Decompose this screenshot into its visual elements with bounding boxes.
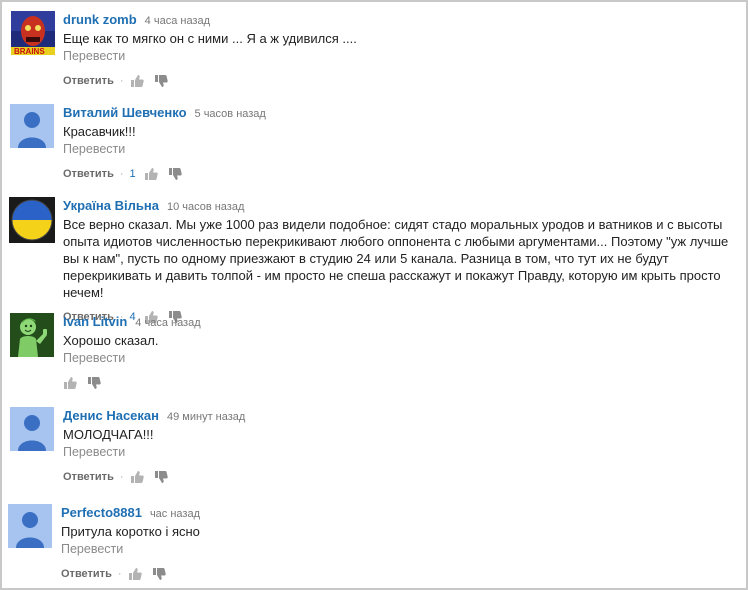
thumbs-down-icon[interactable] — [154, 470, 168, 484]
translate-link[interactable]: Перевести — [63, 141, 738, 158]
zombie-art-avatar[interactable]: BRAINS — [11, 11, 55, 55]
like-count: 1 — [129, 168, 136, 180]
comment-body: Денис Насекан 49 минут назад МОЛОДЧАГА!!!… — [63, 407, 738, 484]
reply-button[interactable]: Ответить — [63, 74, 114, 88]
separator-dot: · — [119, 168, 124, 180]
translate-link[interactable]: Перевести — [63, 48, 738, 65]
comment-body: Україна Вільна 10 часов назад Все верно с… — [63, 197, 738, 324]
comment-actions: Ответить · — [63, 470, 738, 484]
comment-actions — [63, 376, 738, 390]
reply-button[interactable]: Ответить — [61, 567, 112, 581]
separator-dot: · — [119, 471, 124, 483]
comment-author[interactable]: Денис Насекан — [63, 408, 159, 423]
comment-author[interactable]: Україна Вільна — [63, 198, 159, 213]
comment-time[interactable]: 4 часа назад — [145, 15, 210, 27]
thumbs-up-icon[interactable] — [144, 167, 158, 181]
comment-text: Все верно сказал. Мы уже 1000 раз видели… — [63, 217, 729, 300]
comment-time[interactable]: час назад — [150, 508, 200, 520]
comment-body: Ivan Litvin 4 часа назад Хорошо сказал. П… — [63, 313, 738, 390]
translate-link[interactable]: Перевести — [63, 350, 738, 367]
comment-time[interactable]: 10 часов назад — [167, 201, 244, 213]
thumbs-down-icon[interactable] — [168, 167, 182, 181]
comment-author[interactable]: drunk zomb — [63, 12, 137, 27]
svg-text:BRAINS: BRAINS — [14, 47, 45, 55]
thumbs-down-icon[interactable] — [154, 74, 168, 88]
default-user-avatar[interactable] — [10, 407, 54, 451]
comment-body: Perfecto8881 час назад Притула коротко і … — [61, 504, 738, 581]
comment-actions: Ответить · 1 — [63, 167, 738, 181]
thumbs-up-icon[interactable] — [130, 74, 144, 88]
comment-body: drunk zomb 4 часа назад Еще как то мягко … — [63, 11, 738, 88]
separator-dot: · — [117, 568, 122, 580]
comment-body: Виталий Шевченко 5 часов назад Красавчик!… — [63, 104, 738, 181]
comment-author[interactable]: Виталий Шевченко — [63, 105, 187, 120]
default-user-avatar[interactable] — [8, 504, 52, 548]
comment-actions: Ответить · — [61, 567, 738, 581]
comment-time[interactable]: 49 минут назад — [167, 411, 245, 423]
comment-author[interactable]: Ivan Litvin — [63, 314, 127, 329]
comment-text: Притула коротко і ясно — [61, 524, 200, 539]
comment-actions: Ответить · — [63, 74, 738, 88]
separator-dot: · — [119, 75, 124, 87]
thumbs-up-icon[interactable] — [128, 567, 142, 581]
reply-button[interactable]: Ответить — [63, 470, 114, 484]
thumbs-down-icon[interactable] — [87, 376, 101, 390]
comment-text: МОЛОДЧАГА!!! — [63, 427, 154, 442]
comments-panel: BRAINS drunk zomb 4 часа назад Еще как то… — [0, 0, 748, 590]
comment-time[interactable]: 4 часа назад — [135, 317, 200, 329]
comment-author[interactable]: Perfecto8881 — [61, 505, 142, 520]
translate-link[interactable]: Перевести — [63, 444, 738, 461]
default-user-avatar[interactable] — [10, 104, 54, 148]
thumbs-up-icon[interactable] — [63, 376, 77, 390]
comment-text: Хорошо сказал. — [63, 333, 159, 348]
thumbs-up-icon[interactable] — [130, 470, 144, 484]
comment-text: Красавчик!!! — [63, 124, 136, 139]
thumbs-down-icon[interactable] — [152, 567, 166, 581]
comment-time[interactable]: 5 часов назад — [195, 108, 266, 120]
vault-boy-avatar[interactable] — [10, 313, 54, 357]
translate-link[interactable]: Перевести — [61, 541, 738, 558]
comment-text: Еще как то мягко он с ними ... Я а ж уди… — [63, 31, 357, 46]
reply-button[interactable]: Ответить — [63, 167, 114, 181]
ukraine-flag-avatar[interactable] — [9, 197, 55, 243]
